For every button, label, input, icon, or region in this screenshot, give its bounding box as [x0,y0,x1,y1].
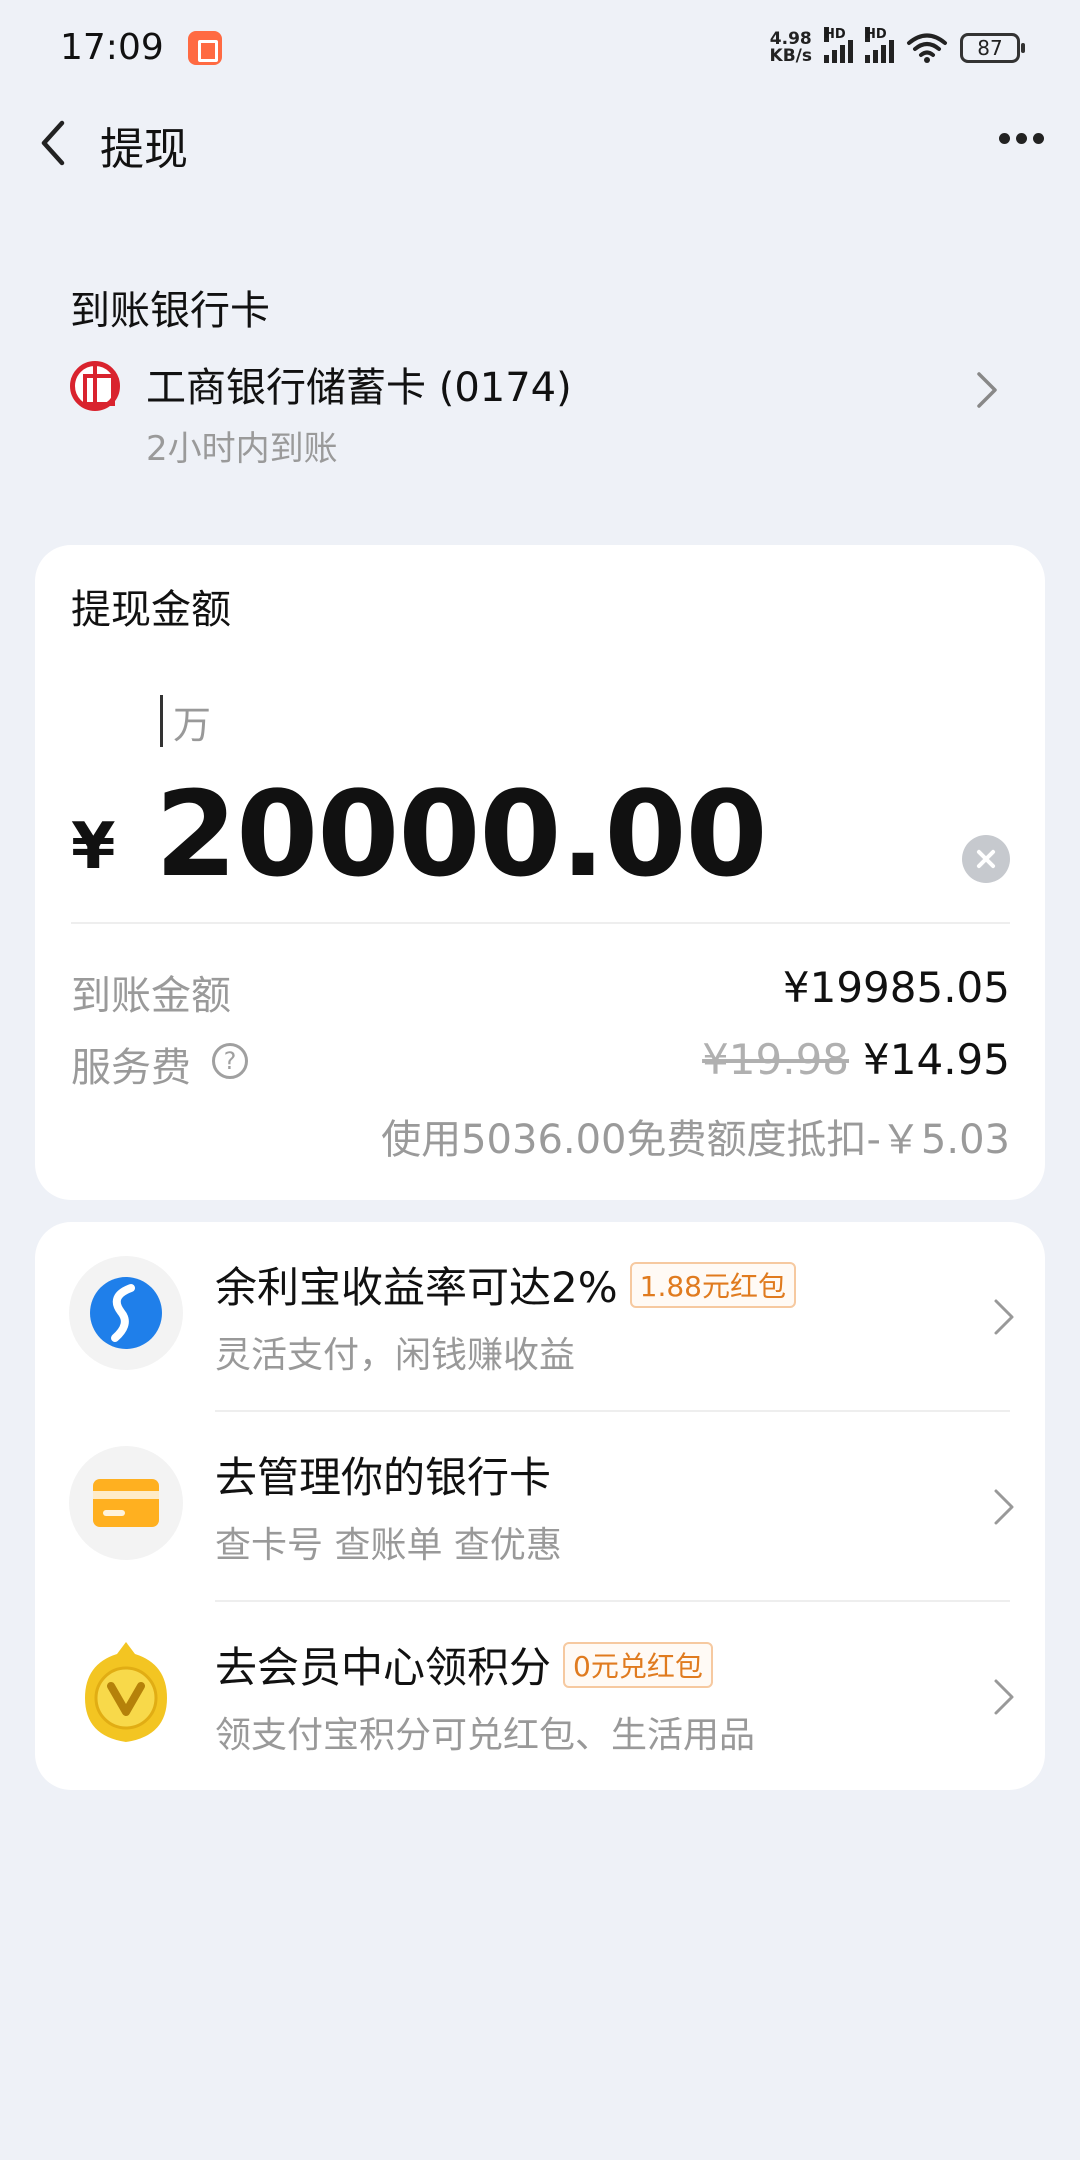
signal-hd-label-2: HD [865,26,887,42]
chevron-right-icon [994,1299,1014,1335]
promotions-card: 余利宝收益率可达2% 1.88元红包 灵活支付，闲钱赚收益 去管理你的银行卡 查… [35,1222,1045,1790]
wifi-icon [907,33,947,63]
signal-icon-2: HD [865,26,894,63]
service-fee-original: ¥19.98 [702,1035,850,1084]
clear-amount-icon[interactable] [962,835,1010,883]
amount-input[interactable]: 20000.00 [155,765,768,903]
promo-item-bank-card[interactable]: 去管理你的银行卡 查卡号 查账单 查优惠 [35,1412,1045,1602]
arrival-time: 2小时内到账 [146,429,338,469]
page-title: 提现 [100,124,188,175]
promo-icon-container [69,1446,183,1560]
promo-title: 去会员中心领积分 0元兑红包 [215,1634,713,1695]
promo-subtitle: 查卡号 查账单 查优惠 [215,1525,562,1566]
service-fee-values: ¥19.98 ¥14.95 [702,1035,1010,1084]
withdraw-amount-label: 提现金额 [71,587,231,633]
promo-subtitle: 灵活支付，闲钱赚收益 [215,1335,576,1376]
member-v-icon [85,1642,167,1742]
promo-subtitle: 领支付宝积分可兑红包、生活用品 [215,1715,756,1756]
withdraw-amount-card: 提现金额 万 ¥ 20000.00 到账金额 ¥19985.05 服务费 ? ¥… [35,545,1045,1200]
network-speed-unit: KB/s [769,45,812,66]
currency-symbol: ¥ [71,810,116,884]
promo-item-yulibao[interactable]: 余利宝收益率可达2% 1.88元红包 灵活支付，闲钱赚收益 [35,1222,1045,1412]
bank-card-icon [93,1479,159,1527]
promo-badge: 0元兑红包 [563,1641,713,1688]
chevron-right-icon [994,1679,1014,1715]
promo-title: 余利宝收益率可达2% 1.88元红包 [215,1254,796,1315]
help-icon[interactable]: ? [212,1043,248,1079]
text-cursor [160,695,163,747]
bank-card-selector[interactable]: 工商银行储蓄卡 (0174) 2小时内到账 [0,355,1080,495]
promo-item-member-center[interactable]: 去会员中心领积分 0元兑红包 领支付宝积分可兑红包、生活用品 [35,1602,1045,1792]
signal-hd-label: HD [824,26,846,42]
back-arrow-icon[interactable] [34,115,84,171]
promo-title-text: 去管理你的银行卡 [215,1453,552,1502]
network-speed: 4.98 KB/s [769,28,812,66]
chevron-right-icon [994,1489,1014,1525]
received-amount-value: ¥19985.05 [782,963,1010,1012]
service-fee-current: ¥14.95 [863,1035,1010,1084]
notification-app-icon [187,30,222,65]
promo-title: 去管理你的银行卡 [215,1444,551,1505]
promo-badge: 1.88元红包 [629,1261,796,1308]
promo-icon-container [69,1256,183,1370]
nav-bar: 提现 [0,95,1080,190]
battery-icon: 87 [960,32,1025,63]
yulibao-icon [90,1277,162,1349]
chevron-right-icon [977,372,997,408]
bank-card-name: 工商银行储蓄卡 (0174) [146,365,572,411]
status-time: 17:09 [60,27,164,68]
fee-discount-note: 使用5036.00免费额度抵扣-￥5.03 [381,1117,1010,1163]
promo-title-text: 去会员中心领积分 [215,1643,552,1692]
received-amount-label: 到账金额 [71,973,231,1019]
more-options-icon[interactable] [999,133,1044,144]
signal-icon: HD [824,26,853,63]
network-speed-value: 4.98 [769,28,812,49]
promo-icon-container [69,1636,183,1750]
amount-divider [71,922,1010,924]
unit-hint-text: 万 [173,702,212,747]
icbc-logo-icon [70,361,120,411]
destination-bank-section: 到账银行卡 工商银行储蓄卡 (0174) 2小时内到账 [0,260,1080,490]
destination-bank-label: 到账银行卡 [70,288,270,334]
promo-title-text: 余利宝收益率可达2% [215,1263,618,1312]
status-bar: 17:09 4.98 KB/s HD HD 87 [0,0,1080,95]
amount-unit-hint: 万 [160,695,211,747]
status-indicators: 4.98 KB/s HD HD 87 [769,26,1025,66]
service-fee-label: 服务费 [71,1045,191,1091]
